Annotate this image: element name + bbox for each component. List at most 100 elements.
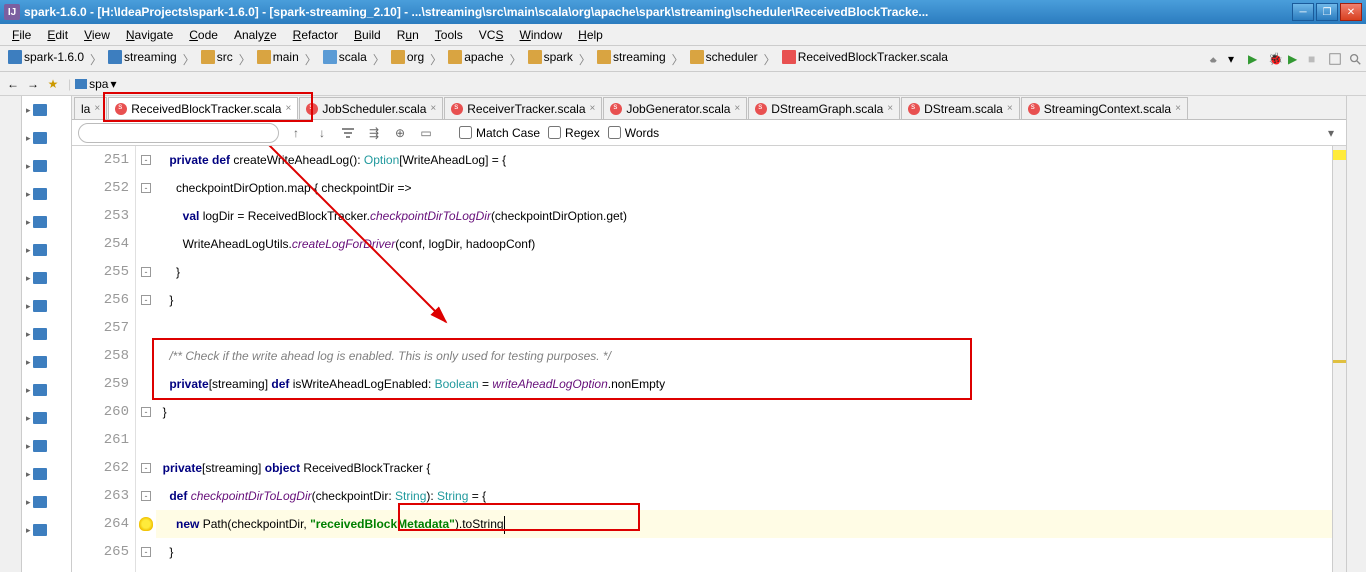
code-line[interactable]: } (156, 258, 1332, 286)
code-line[interactable] (156, 426, 1332, 454)
add-selection-icon[interactable]: ⊕ (391, 124, 409, 142)
menu-code[interactable]: Code (181, 26, 226, 44)
error-stripe[interactable] (1332, 146, 1346, 572)
tree-expand-icon[interactable]: ▸ (26, 413, 31, 424)
fold-toggle-icon[interactable]: - (141, 407, 151, 417)
menu-vcs[interactable]: VCS (471, 26, 512, 44)
code-line[interactable]: def checkpointDirToLogDir(checkpointDir:… (156, 482, 1332, 510)
filter-icon[interactable] (339, 124, 357, 142)
maximize-button[interactable]: ❐ (1316, 3, 1338, 21)
editor-tab[interactable]: DStream.scala× (901, 97, 1020, 119)
tree-row[interactable]: ▸ (22, 208, 71, 236)
code-line[interactable]: } (156, 538, 1332, 566)
tree-expand-icon[interactable]: ▸ (26, 217, 31, 228)
match-case-checkbox[interactable]: Match Case (459, 126, 540, 140)
code-editor[interactable]: 2512522532542552562572582592602612622632… (72, 146, 1346, 572)
tab-close-icon[interactable]: × (887, 103, 893, 114)
tree-row[interactable]: ▸ (22, 124, 71, 152)
tree-expand-icon[interactable]: ▸ (26, 161, 31, 172)
fold-row[interactable] (136, 202, 156, 230)
fold-row[interactable] (136, 342, 156, 370)
dropdown-icon[interactable]: ▾ (1228, 52, 1242, 66)
run-icon[interactable]: ▶ (1248, 52, 1262, 66)
close-button[interactable]: ✕ (1340, 3, 1362, 21)
tab-close-icon[interactable]: × (94, 103, 100, 114)
minimize-button[interactable]: ─ (1292, 3, 1314, 21)
code-line[interactable]: /** Check if the write ahead log is enab… (156, 342, 1332, 370)
stop-icon[interactable]: ■ (1308, 52, 1322, 66)
tree-expand-icon[interactable]: ▸ (26, 357, 31, 368)
breadcrumb-item[interactable]: org (387, 50, 428, 64)
breadcrumb-item[interactable]: main (253, 50, 303, 64)
fold-gutter[interactable]: --------- (136, 146, 156, 572)
regex-checkbox[interactable]: Regex (548, 126, 600, 140)
fold-toggle-icon[interactable]: - (141, 267, 151, 277)
code-line[interactable]: } (156, 566, 1332, 572)
hammer-icon[interactable] (1208, 52, 1222, 66)
debug-icon[interactable]: 🐞 (1268, 52, 1282, 66)
tree-row[interactable]: ▸ (22, 292, 71, 320)
tab-close-icon[interactable]: × (1175, 103, 1181, 114)
fold-toggle-icon[interactable]: - (141, 183, 151, 193)
find-close-icon[interactable]: ▾ (1322, 124, 1340, 142)
editor-tab[interactable]: JobGenerator.scala× (603, 97, 747, 119)
code-line[interactable]: } (156, 286, 1332, 314)
tree-row[interactable]: ▸ (22, 236, 71, 264)
tree-row[interactable]: ▸ (22, 516, 71, 544)
run-coverage-icon[interactable]: ▶ (1288, 52, 1302, 66)
tree-expand-icon[interactable]: ▸ (26, 469, 31, 480)
menu-build[interactable]: Build (346, 26, 389, 44)
tree-row[interactable]: ▸ (22, 376, 71, 404)
breadcrumb-item[interactable]: src (197, 50, 237, 64)
menu-help[interactable]: Help (570, 26, 611, 44)
fold-row[interactable]: - (136, 454, 156, 482)
fold-row[interactable] (136, 230, 156, 258)
intention-bulb-icon[interactable] (139, 517, 153, 531)
tree-row[interactable]: ▸ (22, 320, 71, 348)
code-line[interactable]: } (156, 398, 1332, 426)
tree-row[interactable]: ▸ (22, 264, 71, 292)
project-tree[interactable]: ▸▸▸▸▸▸▸▸▸▸▸▸▸▸▸▸ (22, 96, 72, 572)
tree-expand-icon[interactable]: ▸ (26, 329, 31, 340)
fold-row[interactable] (136, 370, 156, 398)
breadcrumb-item[interactable]: scheduler (686, 50, 762, 64)
tab-close-icon[interactable]: × (1007, 103, 1013, 114)
tab-close-icon[interactable]: × (285, 103, 291, 114)
fold-row[interactable]: - (136, 398, 156, 426)
tab-close-icon[interactable]: × (590, 103, 596, 114)
menu-view[interactable]: View (76, 26, 118, 44)
fold-row[interactable]: - (136, 174, 156, 202)
tree-row[interactable]: ▸ (22, 180, 71, 208)
breadcrumb-item[interactable]: spark (524, 50, 577, 64)
code-line[interactable]: new Path(checkpointDir, "receivedBlockMe… (156, 510, 1332, 538)
forward-icon[interactable]: → (24, 75, 42, 93)
project-structure-icon[interactable] (1328, 52, 1342, 66)
fold-toggle-icon[interactable]: - (141, 547, 151, 557)
menu-refactor[interactable]: Refactor (285, 26, 346, 44)
tree-row[interactable]: ▸ (22, 488, 71, 516)
tree-expand-icon[interactable]: ▸ (26, 497, 31, 508)
fold-row[interactable]: - (136, 566, 156, 572)
fold-row[interactable]: - (136, 538, 156, 566)
menu-run[interactable]: Run (389, 26, 427, 44)
fold-row[interactable]: - (136, 482, 156, 510)
tree-expand-icon[interactable]: ▸ (26, 525, 31, 536)
editor-tab[interactable]: JobScheduler.scala× (299, 97, 443, 119)
menu-analyze[interactable]: Analyze (226, 26, 285, 44)
code-line[interactable] (156, 314, 1332, 342)
editor-tab[interactable]: ReceiverTracker.scala× (444, 97, 602, 119)
tree-expand-icon[interactable]: ▸ (26, 385, 31, 396)
tree-row[interactable]: ▸ (22, 432, 71, 460)
tree-row[interactable]: ▸ (22, 152, 71, 180)
tab-close-icon[interactable]: × (430, 103, 436, 114)
tree-expand-icon[interactable]: ▸ (26, 301, 31, 312)
menu-navigate[interactable]: Navigate (118, 26, 181, 44)
star-icon[interactable]: ★ (44, 75, 62, 93)
fold-row[interactable]: - (136, 286, 156, 314)
tree-expand-icon[interactable]: ▸ (26, 441, 31, 452)
editor-tab[interactable]: ReceivedBlockTracker.scala× (108, 97, 298, 119)
editor-tab[interactable]: StreamingContext.scala× (1021, 97, 1188, 119)
fold-row[interactable] (136, 314, 156, 342)
menu-window[interactable]: Window (511, 26, 570, 44)
breadcrumb-item[interactable]: ReceivedBlockTracker.scala (778, 50, 952, 64)
